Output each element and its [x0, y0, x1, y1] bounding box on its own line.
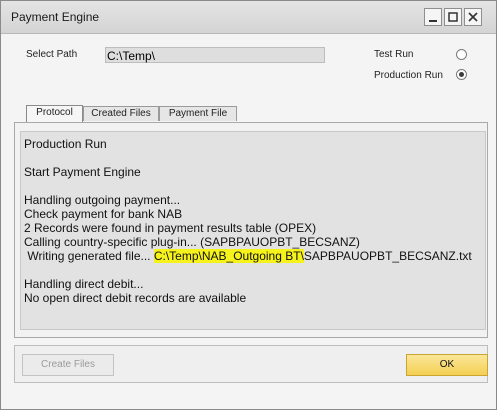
maximize-icon: [448, 12, 458, 22]
maximize-button[interactable]: [444, 8, 462, 26]
close-icon: [468, 12, 478, 22]
minimize-button[interactable]: [424, 8, 442, 26]
log-line: 2 Records were found in payment results …: [24, 221, 317, 235]
test-run-label: Test Run: [374, 49, 414, 60]
select-path-label: Select Path: [26, 49, 78, 60]
log-line: Start Payment Engine: [24, 165, 141, 179]
log-line: Check payment for bank NAB: [24, 207, 183, 221]
log-line: Handling direct debit...: [24, 277, 144, 291]
ok-button[interactable]: OK: [406, 354, 488, 376]
close-button[interactable]: [464, 8, 482, 26]
tab-payment-file[interactable]: Payment File: [159, 106, 237, 121]
production-run-label: Production Run: [374, 70, 443, 81]
select-path-value: C:\Temp\: [107, 49, 156, 63]
log-text: SAPBPAUOPBT_BECSANZ.txt: [303, 249, 472, 263]
log-text: Writing generated file...: [24, 249, 154, 263]
highlighted-path: C:\Temp\NAB_Outgoing BT\: [153, 249, 304, 263]
tab-protocol[interactable]: Protocol: [26, 105, 83, 122]
window-title: Payment Engine: [11, 10, 100, 24]
minimize-icon: [429, 20, 437, 22]
production-run-radio[interactable]: [456, 69, 467, 80]
log-line: Calling country-specific plug-in... (SAP…: [24, 235, 360, 249]
log-line: Production Run: [24, 137, 107, 151]
create-files-button[interactable]: Create Files: [22, 354, 114, 376]
radio-selected-dot: [459, 72, 464, 77]
title-bar[interactable]: Payment Engine: [1, 1, 496, 34]
log-line: Handling outgoing payment...: [24, 193, 181, 207]
test-run-radio[interactable]: [456, 49, 467, 60]
log-line-written-file: Writing generated file... C:\Temp\NAB_Ou…: [24, 249, 472, 263]
log-line: No open direct debit records are availab…: [24, 291, 247, 305]
tab-created-files[interactable]: Created Files: [83, 106, 159, 121]
